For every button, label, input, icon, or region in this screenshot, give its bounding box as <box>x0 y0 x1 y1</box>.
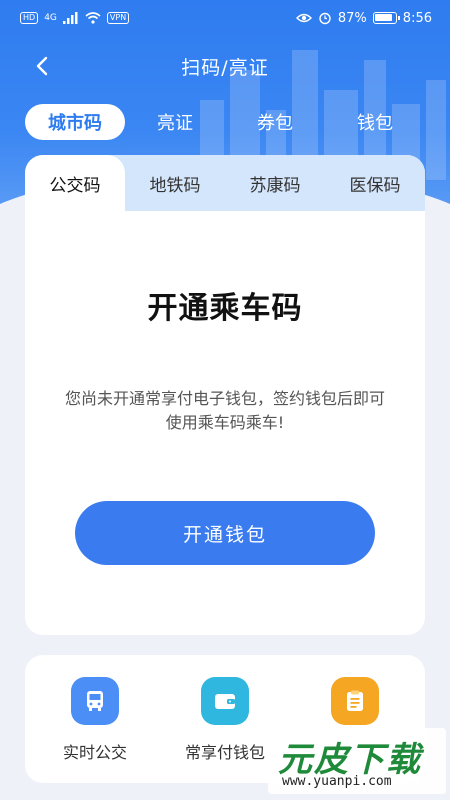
open-wallet-button[interactable]: 开通钱包 <box>75 501 375 565</box>
clipboard-icon <box>331 677 379 725</box>
tab-wallet[interactable]: 钱包 <box>340 104 410 140</box>
ride-code-card: 公交码 地铁码 苏康码 医保码 开通乘车码 您尚未开通常享付电子钱包，签约钱包后… <box>25 155 425 635</box>
page-title: 扫码/亮证 <box>181 56 269 79</box>
bus-icon <box>71 677 119 725</box>
code-type-tabs: 公交码 地铁码 苏康码 医保码 <box>25 155 425 211</box>
subtab-medical-insurance-code[interactable]: 医保码 <box>325 155 425 211</box>
signal-icon <box>62 12 78 24</box>
wallet-icon <box>201 677 249 725</box>
tab-show-id[interactable]: 亮证 <box>140 104 210 140</box>
status-bar: HD 4G VPN 87% 8:56 <box>0 0 450 36</box>
nav-bar: 扫码/亮证 <box>0 44 450 88</box>
battery-icon <box>372 12 400 24</box>
network-type: 4G <box>44 13 57 23</box>
subtab-health-code[interactable]: 苏康码 <box>225 155 325 211</box>
service-wallet[interactable]: 常享付钱包 <box>165 677 285 763</box>
vpn-badge: VPN <box>106 12 130 24</box>
service-label: 实时公交 <box>62 743 127 762</box>
watermark-url: www.yuanpi.com <box>282 774 392 789</box>
site-watermark: 元皮下载 www.yuanpi.com <box>268 728 446 794</box>
subtab-metro-code[interactable]: 地铁码 <box>125 155 225 211</box>
tab-coupons[interactable]: 券包 <box>240 104 310 140</box>
hd-badge: HD <box>20 12 39 24</box>
service-label: 常享付钱包 <box>184 743 265 762</box>
service-realtime-bus[interactable]: 实时公交 <box>35 677 155 763</box>
chevron-left-icon <box>36 56 48 76</box>
wifi-icon <box>85 12 101 24</box>
eye-icon <box>295 13 312 23</box>
back-button[interactable] <box>28 52 56 80</box>
alarm-icon <box>319 12 331 25</box>
subtab-bus-code[interactable]: 公交码 <box>25 155 125 211</box>
card-title: 开通乘车码 <box>147 291 303 326</box>
card-description: 您尚未开通常享付电子钱包，签约钱包后即可使用乘车码乘车! <box>65 389 386 432</box>
top-tab-bar: 城市码 亮证 券包 钱包 <box>0 104 450 144</box>
tab-city-code[interactable]: 城市码 <box>25 104 125 140</box>
clock: 8:56 <box>402 10 432 26</box>
battery-percent: 87% <box>337 10 367 26</box>
